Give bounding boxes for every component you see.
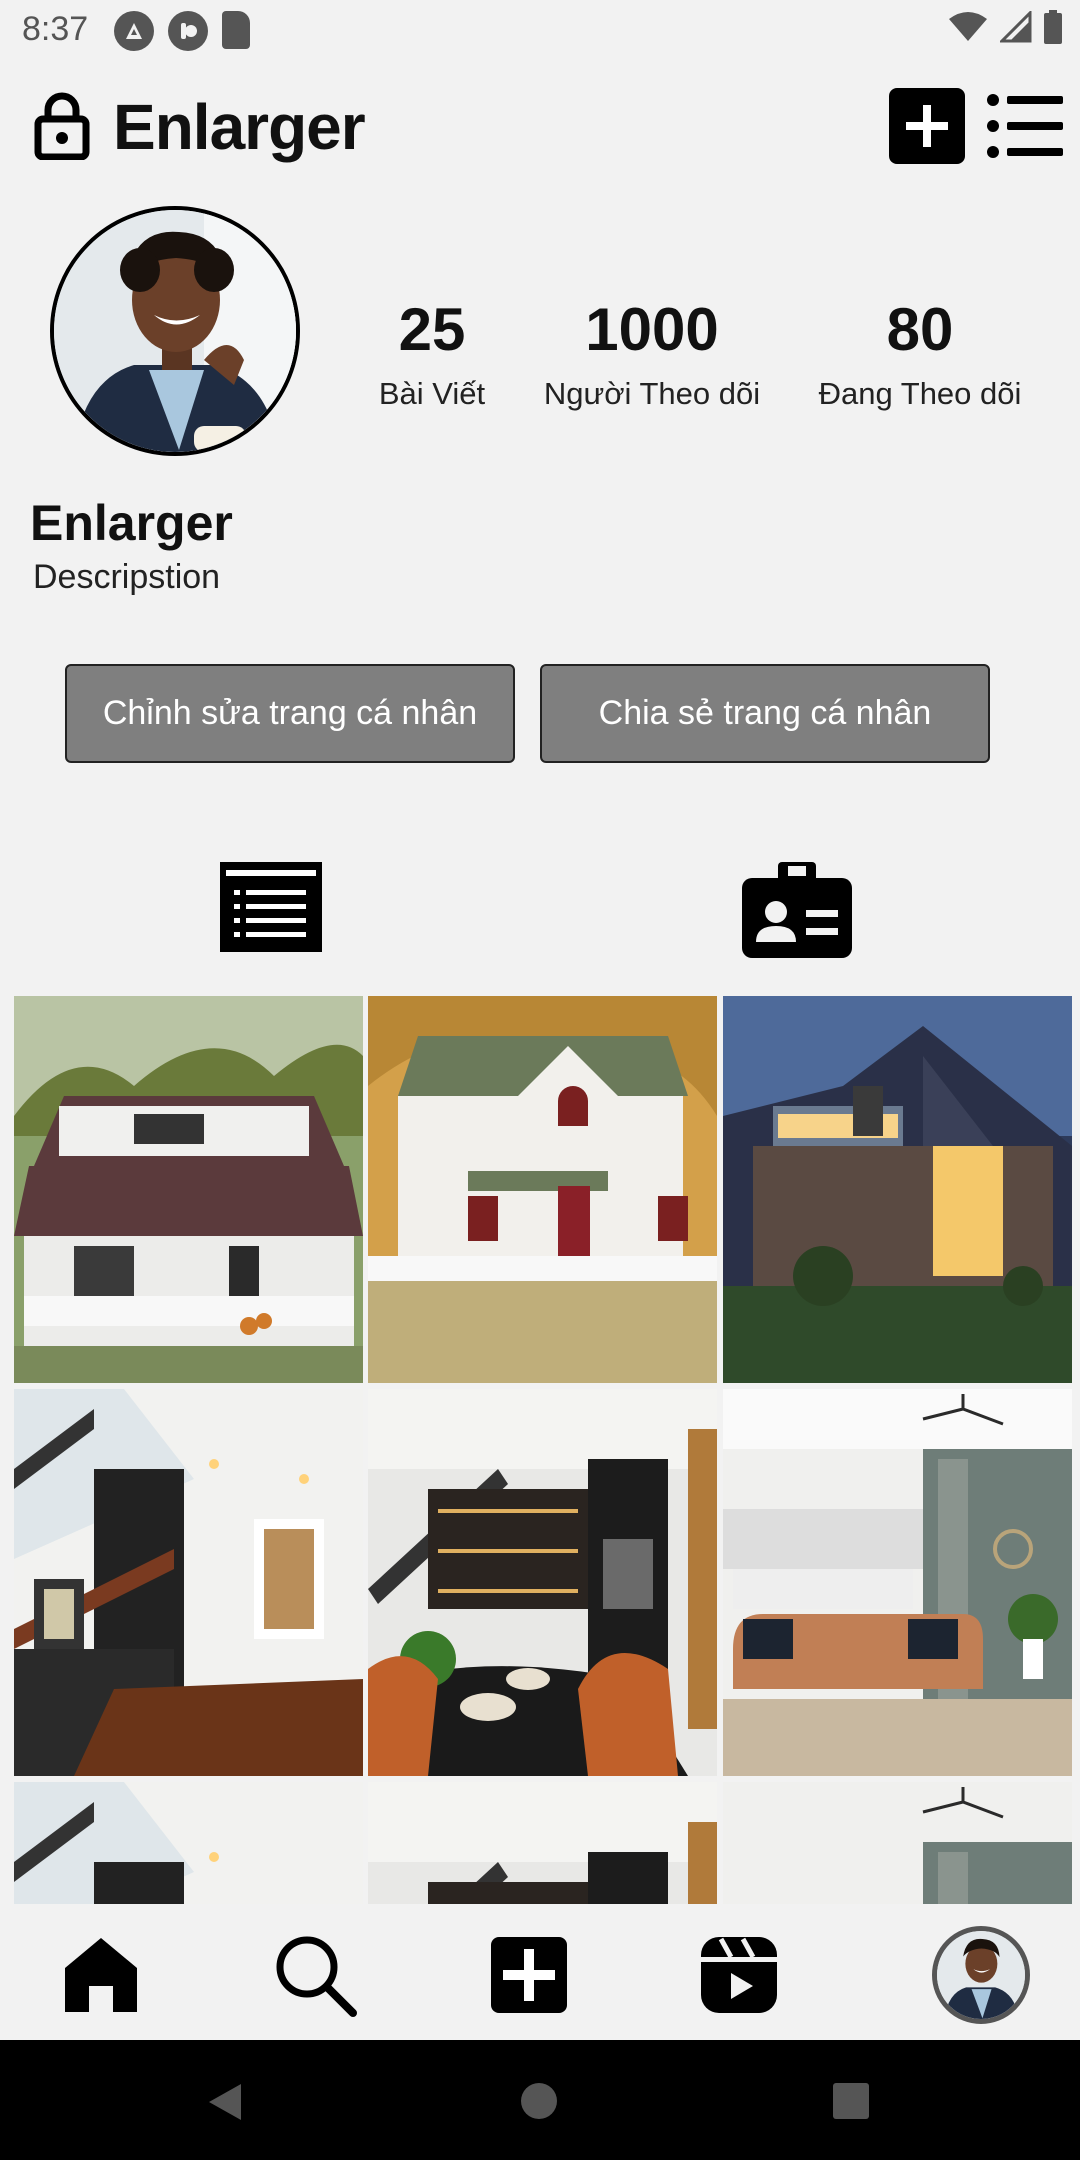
status-bar: 8:37 (0, 0, 1080, 66)
add-post-button[interactable] (889, 88, 965, 164)
home-circle-icon[interactable] (520, 2082, 558, 2120)
post-image (723, 1389, 1072, 1776)
post-tile-7[interactable] (14, 1782, 363, 1904)
wifi-icon (949, 12, 987, 41)
plus-icon (906, 105, 948, 147)
stat-following[interactable]: 80 Đang Theo dõi (800, 300, 1040, 412)
profile-name: Enlarger (30, 495, 233, 551)
post-tile-4[interactable] (14, 1389, 363, 1776)
search-icon (276, 1936, 357, 2017)
page-title: Enlarger (113, 91, 366, 163)
stat-followers[interactable]: 1000 Người Theo dõi (532, 300, 772, 412)
edit-profile-button[interactable]: Chỉnh sửa trang cá nhân (65, 664, 515, 763)
profile-avatar (937, 1931, 1025, 2019)
reels-icon (701, 1937, 777, 2013)
post-image (14, 1389, 363, 1776)
home-icon (65, 1938, 137, 2012)
menu-button[interactable] (985, 90, 1065, 162)
profile-screen: 8:37 Enlarger 25 Bài Viết 1000 Người The… (0, 0, 1080, 2160)
tab-tagged[interactable] (742, 862, 852, 963)
system-navigation-bar (0, 2040, 1080, 2160)
status-time: 8:37 (22, 10, 89, 48)
post-tile-2[interactable] (368, 996, 717, 1383)
play-protect-icon (168, 11, 208, 51)
post-tile-3[interactable] (723, 996, 1072, 1383)
post-grid (0, 996, 1080, 1904)
post-image (368, 1782, 717, 1904)
recents-icon[interactable] (832, 2082, 870, 2120)
post-image (723, 996, 1072, 1383)
post-image (14, 1782, 363, 1904)
signal-icon (1000, 11, 1032, 43)
avatar-photo (54, 210, 296, 452)
share-profile-button[interactable]: Chia sẻ trang cá nhân (540, 664, 990, 763)
status-icons-left (114, 11, 250, 51)
following-count: 80 (886, 296, 954, 363)
sd-card-icon (222, 11, 250, 49)
followers-count: 1000 (585, 296, 719, 363)
battery-icon (1044, 10, 1062, 44)
post-tile-8[interactable] (368, 1782, 717, 1904)
posts-count: 25 (398, 296, 466, 363)
nav-profile[interactable] (932, 1926, 1030, 2024)
post-image (368, 996, 717, 1383)
nav-search[interactable] (270, 1930, 360, 2020)
followers-label: Người Theo dõi (543, 376, 761, 411)
post-tile-5[interactable] (368, 1389, 717, 1776)
tagged-contact-icon (742, 862, 852, 958)
post-tile-9[interactable] (723, 1782, 1072, 1904)
tab-posts[interactable] (220, 862, 322, 957)
nav-reels[interactable] (694, 1930, 784, 2020)
add-post-icon (491, 1937, 567, 2013)
nav-create[interactable] (484, 1930, 574, 2020)
profile-description: Descripstion (33, 558, 221, 596)
back-icon[interactable] (205, 2082, 245, 2122)
post-tile-1[interactable] (14, 996, 363, 1383)
accessibility-icon (114, 11, 154, 51)
list-menu-icon (987, 94, 1063, 158)
top-app-bar: Enlarger (0, 80, 1080, 180)
bottom-navigation (0, 1904, 1080, 2040)
post-image (14, 996, 363, 1383)
posts-label: Bài Viết (378, 376, 486, 411)
post-image (723, 1782, 1072, 1904)
status-icons-right (948, 10, 1062, 44)
profile-avatar[interactable] (50, 206, 300, 456)
stat-posts[interactable]: 25 Bài Viết (352, 300, 512, 412)
post-image (368, 1389, 717, 1776)
post-tile-6[interactable] (723, 1389, 1072, 1776)
lock-icon (34, 90, 90, 165)
following-label: Đang Theo dõi (818, 376, 1022, 411)
posts-list-icon (220, 862, 322, 952)
nav-home[interactable] (56, 1930, 146, 2020)
